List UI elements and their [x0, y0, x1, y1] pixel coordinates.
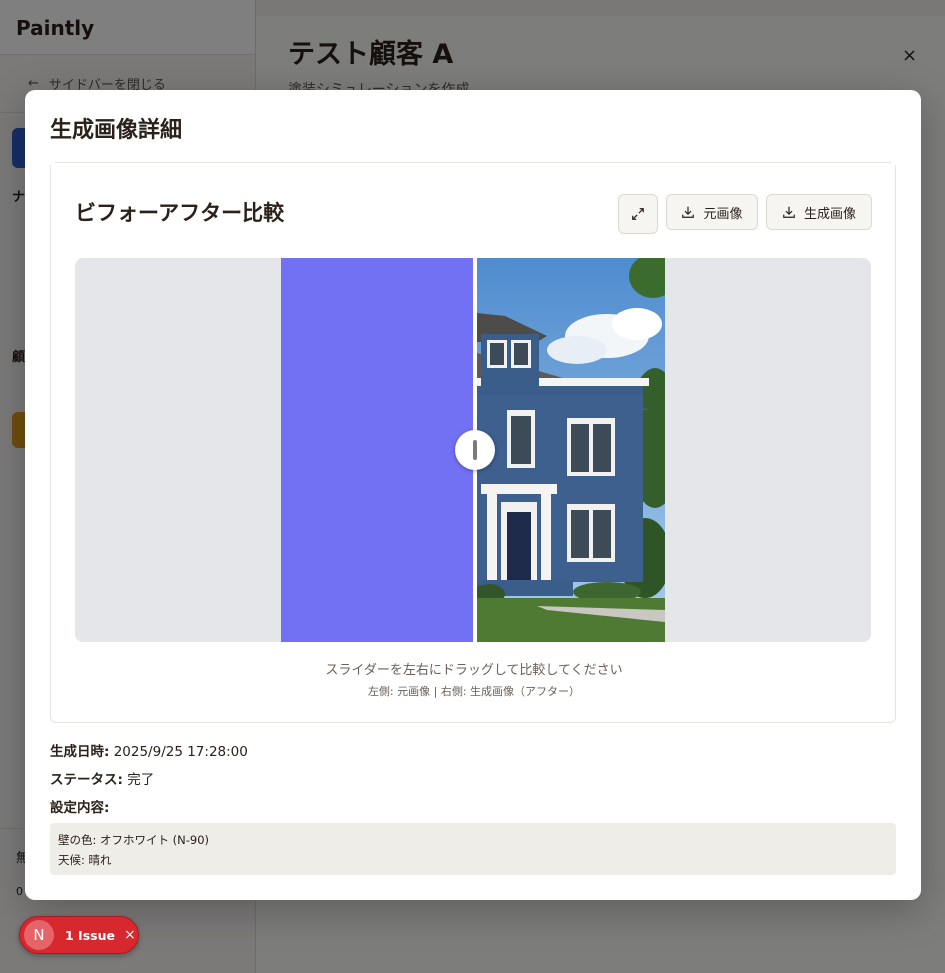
- download-original-button[interactable]: 元画像: [666, 194, 758, 230]
- close-icon[interactable]: ×: [124, 927, 136, 943]
- image-detail-modal: 生成画像詳細 ビフォーアフター比較 元画像 生成画像 スライダーを左右にドラッグ…: [25, 90, 921, 900]
- comparison-slider-handle[interactable]: [455, 430, 495, 470]
- grip-icon: [473, 440, 477, 460]
- settings-box: 壁の色: オフホワイト (N-90) 天候: 晴れ: [50, 823, 896, 875]
- comparison-card: ビフォーアフター比較 元画像 生成画像 スライダーを左右にドラッグして比較してく…: [50, 165, 896, 723]
- setting-wall-color: 壁の色: オフホワイト (N-90): [58, 833, 210, 847]
- generated-date: 生成日時: 2025/9/25 17:28:00: [50, 740, 248, 760]
- comparison-title: ビフォーアフター比較: [75, 201, 285, 225]
- expand-icon: [632, 208, 644, 220]
- original-image: [281, 258, 473, 642]
- house-illustration: [477, 258, 665, 642]
- generated-image: [477, 258, 665, 642]
- before-after-viewer[interactable]: [75, 258, 871, 642]
- slider-hint: スライダーを左右にドラッグして比較してください: [325, 663, 623, 678]
- modal-divider: [55, 162, 891, 163]
- fullscreen-button[interactable]: [618, 194, 658, 234]
- status-value: 完了: [127, 772, 155, 788]
- modal-title: 生成画像詳細: [50, 118, 183, 143]
- issue-count-label: 1 Issue: [65, 927, 115, 943]
- download-icon: [783, 206, 795, 218]
- setting-weather: 天候: 晴れ: [58, 853, 112, 867]
- settings-label: 設定内容:: [50, 800, 110, 816]
- download-original-label: 元画像: [703, 206, 743, 222]
- settings-heading: 設定内容:: [50, 796, 109, 816]
- issue-avatar: N: [24, 920, 54, 950]
- download-generated-button[interactable]: 生成画像: [766, 194, 872, 230]
- download-icon: [682, 206, 695, 218]
- status: ステータス: 完了: [50, 768, 154, 788]
- issue-badge[interactable]: N 1 Issue ×: [19, 916, 139, 954]
- generated-date-label: 生成日時:: [50, 744, 110, 760]
- slider-legend: 左側: 元画像 | 右側: 生成画像（アフター）: [367, 685, 581, 698]
- status-label: ステータス:: [50, 772, 123, 788]
- download-generated-label: 生成画像: [803, 206, 856, 222]
- generated-date-value: 2025/9/25 17:28:00: [113, 744, 248, 760]
